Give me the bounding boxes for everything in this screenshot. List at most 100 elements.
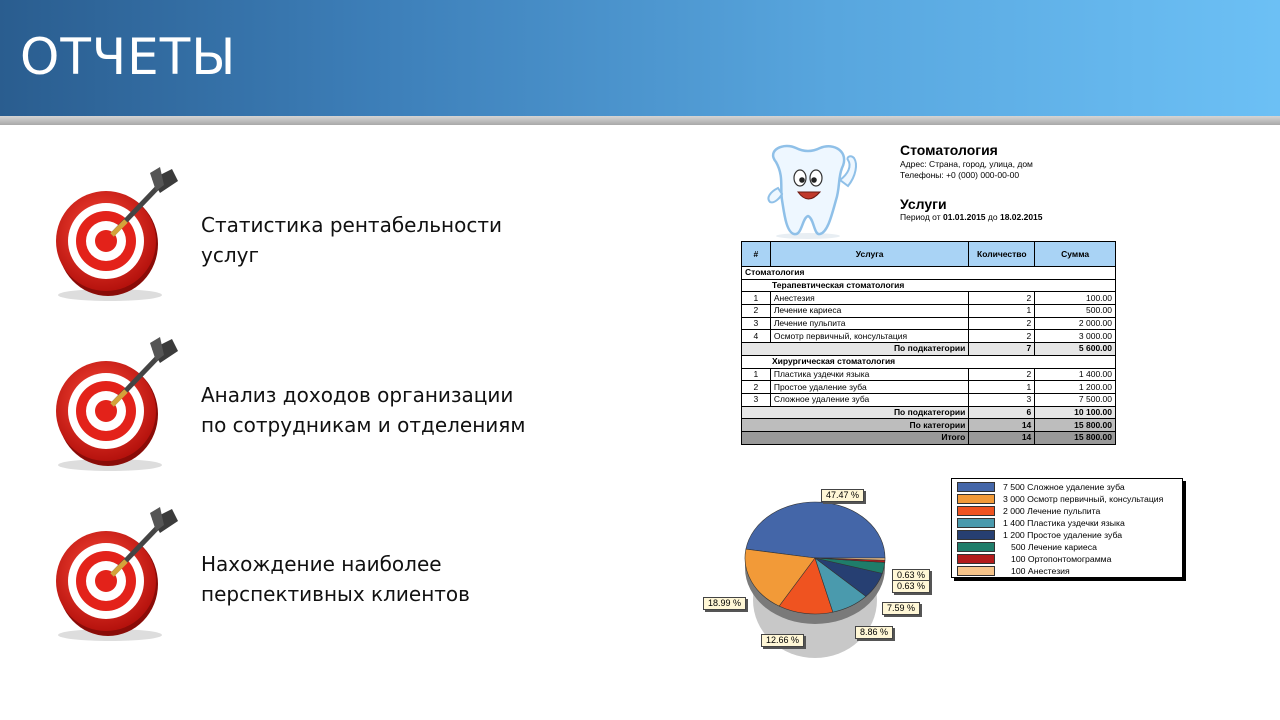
row-service: Осмотр первичный, консультация bbox=[769, 329, 970, 344]
report-address: Адрес: Страна, город, улица, дом bbox=[900, 159, 1033, 169]
table-header-row: # Услуга Количество Сумма bbox=[741, 241, 1116, 267]
report-period: Период от 01.01.2015 до 18.02.2015 bbox=[900, 212, 1043, 222]
legend-swatch bbox=[957, 553, 995, 564]
subtotal-sum: 5 600.00 bbox=[1034, 342, 1116, 356]
legend-swatch bbox=[957, 493, 995, 504]
services-report-table: # Услуга Количество Сумма Стоматология Т… bbox=[740, 241, 1116, 445]
row-qty: 2 bbox=[968, 329, 1036, 344]
column-header: # bbox=[741, 241, 771, 267]
row-sum: 2 000.00 bbox=[1034, 316, 1116, 331]
date-from: 01.01.2015 bbox=[942, 212, 986, 222]
report-contacts: Адрес: Страна, город, улица, дом Телефон… bbox=[900, 159, 1033, 181]
subtotal-qty: 7 bbox=[968, 342, 1036, 356]
subcategory-name: Терапевтическая стоматология bbox=[741, 278, 1116, 293]
pie-data-label: 47.47 % bbox=[821, 489, 865, 502]
bullet-line: Анализ доходов организации bbox=[201, 383, 514, 407]
legend-swatch bbox=[957, 481, 995, 492]
legend-label: 500 Лечение кариеса bbox=[1011, 541, 1097, 552]
period-mid: до bbox=[987, 212, 998, 222]
row-sum: 7 500.00 bbox=[1034, 392, 1116, 407]
bullet-text: Анализ доходов организации по сотрудника… bbox=[201, 380, 525, 440]
legend-swatch bbox=[957, 529, 995, 540]
pie-data-label: 8.86 % bbox=[855, 626, 894, 639]
row-service: Простое удаление зуба bbox=[769, 380, 970, 394]
legend-label: 100 Анестезия bbox=[1011, 565, 1070, 576]
legend-item: 100 Ортопонтомограмма bbox=[957, 553, 1111, 564]
legend-swatch bbox=[957, 541, 995, 552]
bullet-line: Статистика рентабельности bbox=[201, 213, 503, 237]
subcategory-row: Хирургическая стоматология bbox=[741, 354, 1116, 369]
row-sum: 500.00 bbox=[1034, 304, 1116, 318]
grand-total-label: Итого bbox=[740, 430, 970, 445]
column-header: Сумма bbox=[1034, 241, 1116, 267]
subcategory-row: Терапевтическая стоматология bbox=[741, 278, 1116, 293]
row-qty: 2 bbox=[968, 316, 1036, 331]
target-dart-icon bbox=[56, 337, 178, 471]
row-service: Пластика уздечки языка bbox=[769, 367, 970, 382]
bullet-line: по сотрудникам и отделениям bbox=[201, 413, 526, 437]
row-sum: 1 400.00 bbox=[1034, 367, 1116, 382]
bullet-line: услуг bbox=[201, 243, 259, 267]
pie-data-label: 7.59 % bbox=[882, 602, 921, 615]
row-qty: 2 bbox=[968, 291, 1036, 306]
legend-item: 1 200 Простое удаление зуба bbox=[957, 529, 1122, 540]
row-service: Лечение пульпита bbox=[769, 316, 970, 331]
bullet-text: Статистика рентабельности услуг bbox=[201, 210, 502, 270]
legend-label: 1 400 Пластика уздечки языка bbox=[1003, 517, 1125, 528]
report-subtitle: Услуги bbox=[900, 196, 947, 212]
table-row: 2 Лечение кариеса 1 500.00 bbox=[741, 304, 1116, 318]
legend-item: 500 Лечение кариеса bbox=[957, 541, 1097, 552]
pie-legend: 7 500 Сложное удаление зуба 3 000 Осмотр… bbox=[951, 478, 1183, 578]
row-service: Лечение кариеса bbox=[769, 304, 970, 318]
pie-data-label: 12.66 % bbox=[761, 634, 805, 647]
bullet-line: Нахождение наиболее bbox=[201, 552, 442, 576]
subtotal-label: По подкатегории bbox=[740, 342, 970, 356]
column-header: Услуга bbox=[769, 241, 970, 267]
table-row: 3 Сложное удаление зуба 3 7 500.00 bbox=[741, 392, 1116, 407]
table-row: 3 Лечение пульпита 2 2 000.00 bbox=[741, 316, 1116, 331]
report-clinic-name: Стоматология bbox=[900, 142, 998, 158]
legend-item: 3 000 Осмотр первичный, консультация bbox=[957, 493, 1163, 504]
target-dart-icon bbox=[56, 507, 178, 641]
legend-swatch bbox=[957, 565, 995, 576]
row-sum: 1 200.00 bbox=[1034, 380, 1116, 394]
subtotal-sum: 10 100.00 bbox=[1034, 405, 1116, 420]
grand-total-row: Итого 14 15 800.00 bbox=[740, 430, 1116, 445]
period-prefix: Период от bbox=[900, 212, 941, 222]
bullet-line: перспективных клиентов bbox=[201, 582, 470, 606]
row-qty: 1 bbox=[968, 304, 1036, 318]
legend-swatch bbox=[957, 517, 995, 528]
row-number: 3 bbox=[741, 316, 771, 331]
report-phone: Телефоны: +0 (000) 000-00-00 bbox=[900, 170, 1020, 180]
row-number: 1 bbox=[741, 291, 771, 306]
row-service: Анестезия bbox=[769, 291, 970, 306]
legend-label: 2 000 Лечение пульпита bbox=[1003, 505, 1101, 516]
row-qty: 1 bbox=[968, 380, 1036, 394]
legend-label: 100 Ортопонтомограмма bbox=[1011, 553, 1112, 564]
subcategory-name: Хирургическая стоматология bbox=[741, 354, 1116, 369]
legend-label: 7 500 Сложное удаление зуба bbox=[1003, 481, 1125, 492]
table-row: 2 Простое удаление зуба 1 1 200.00 bbox=[741, 380, 1116, 394]
row-number: 2 bbox=[741, 304, 771, 318]
category-row: Стоматология bbox=[741, 266, 1116, 280]
category-total-row: По категории 14 15 800.00 bbox=[740, 418, 1116, 432]
category-name: Стоматология bbox=[741, 266, 1116, 280]
header-divider bbox=[0, 116, 1280, 125]
row-qty: 2 bbox=[968, 367, 1036, 382]
pie-slice bbox=[745, 501, 886, 559]
legend-label: 3 000 Осмотр первичный, консультация bbox=[1003, 493, 1164, 504]
row-sum: 100.00 bbox=[1034, 291, 1116, 306]
legend-item: 7 500 Сложное удаление зуба bbox=[957, 481, 1125, 492]
table-row: 4 Осмотр первичный, консультация 2 3 000… bbox=[741, 329, 1116, 344]
bullet-text: Нахождение наиболее перспективных клиент… bbox=[201, 549, 470, 609]
target-dart-icon bbox=[56, 167, 178, 301]
page-title: ОТЧЕТЫ bbox=[20, 28, 237, 86]
row-number: 2 bbox=[741, 380, 771, 394]
grand-total-qty: 14 bbox=[968, 430, 1036, 445]
row-number: 4 bbox=[741, 329, 771, 344]
table-row: 1 Пластика уздечки языка 2 1 400.00 bbox=[741, 367, 1116, 382]
table-row: 1 Анестезия 2 100.00 bbox=[741, 291, 1116, 306]
legend-item: 2 000 Лечение пульпита bbox=[957, 505, 1100, 516]
legend-label: 1 200 Простое удаление зуба bbox=[1003, 529, 1123, 540]
subtotal-row: По подкатегории 7 5 600.00 bbox=[740, 342, 1116, 356]
